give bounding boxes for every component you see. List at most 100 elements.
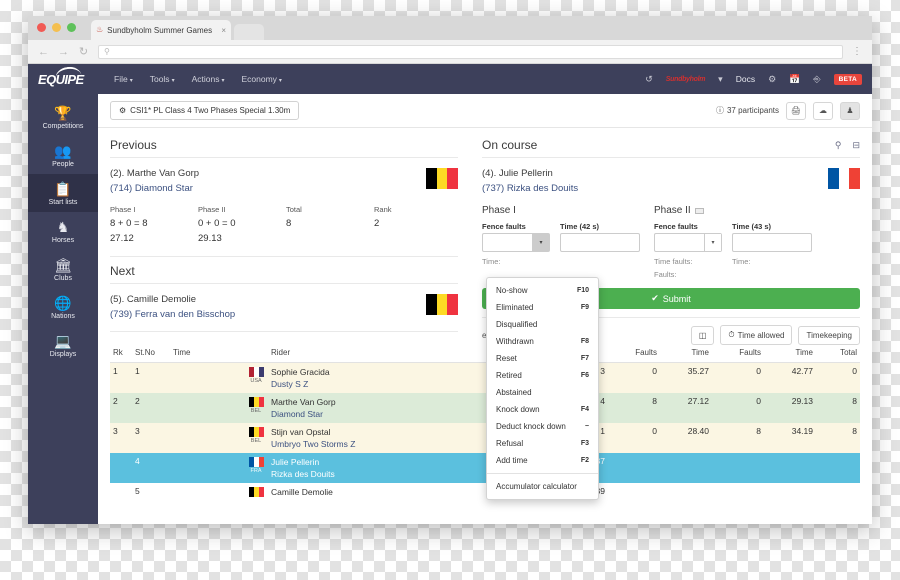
table-row[interactable]: 5 Camille Demolie 739 <box>110 483 860 501</box>
cell-total <box>816 483 860 501</box>
header-actions: ↺ Sundbyholm ▾ Docs ⚙ 📅 ⎆ BETA <box>645 73 862 85</box>
menu-item-abstained[interactable]: Abstained <box>487 384 598 401</box>
cell-stno: 1 <box>135 366 140 376</box>
oncourse-flag-icon <box>828 168 860 189</box>
phase2-faults-sub: Faults: <box>654 270 677 279</box>
sidebar-item-people[interactable]: 👥 People <box>28 136 98 174</box>
table-row[interactable]: 1 1 USA Sophie Gracida Dusty S Z 3 0 35.… <box>110 362 860 393</box>
menu-item-reset[interactable]: Reset F7 <box>487 350 598 367</box>
menu-item-eliminated[interactable]: Eliminated F9 <box>487 299 598 316</box>
gear-icon: ⚙ <box>119 106 127 115</box>
phase2-toggle-icon[interactable] <box>694 207 704 214</box>
sidebar-item-horses[interactable]: ♞ Horses <box>28 212 98 250</box>
chevron-down-icon: ▾ <box>221 78 225 84</box>
chevron-down-icon[interactable]: ▾ <box>532 234 549 251</box>
th-stno[interactable]: St.No <box>132 345 170 363</box>
th-time-1[interactable]: Time <box>660 345 712 363</box>
history-icon[interactable]: ↺ <box>645 74 653 85</box>
columns-button[interactable]: ◫ <box>690 325 715 345</box>
menu-item-accumulator-calculator[interactable]: Accumulator calculator <box>487 478 598 495</box>
panel-toggle-icon[interactable]: ⊟ <box>852 140 860 151</box>
chevron-down-icon[interactable]: ▾ <box>718 74 723 85</box>
maximize-window-button[interactable] <box>67 23 76 32</box>
flag-icon <box>248 457 264 467</box>
new-tab-button[interactable] <box>234 24 264 40</box>
th-total[interactable]: Total <box>816 345 860 363</box>
cell-stno: 4 <box>135 456 140 466</box>
menu-item-withdrawn[interactable]: Withdrawn F8 <box>487 333 598 350</box>
fence-faults-dropdown-menu[interactable]: No-show F10 Eliminated F9 Disqualified W… <box>486 277 599 500</box>
next-rider-name: (5). Camille Demolie <box>110 294 197 305</box>
phase2-fence-select[interactable]: ▾ <box>654 233 722 252</box>
sidebar-item-start-lists[interactable]: 📋 Start lists <box>28 174 98 212</box>
menu-item-shortcut: F3 <box>580 440 589 447</box>
th-time-2[interactable]: Time <box>764 345 816 363</box>
gear-icon[interactable]: ⚙ <box>768 74 776 85</box>
previous-phase1-label: Phase I <box>110 205 136 214</box>
cell-time-1: 35.27 <box>687 366 709 376</box>
person-button[interactable]: ♟ <box>840 101 860 120</box>
phase1-fields: Fence faults ▾ Time: Time (42 s) <box>482 221 640 268</box>
close-window-button[interactable] <box>37 23 46 32</box>
timekeeping-button[interactable]: Timekeeping <box>798 325 860 345</box>
table-row[interactable]: 3 3 BEL Stijn van Opstal Umbryo Two Stor… <box>110 423 860 453</box>
phase1-time-label: Time (42 s) <box>560 222 600 231</box>
minimize-window-button[interactable] <box>52 23 61 32</box>
menu-economy[interactable]: Economy ▾ <box>241 74 281 84</box>
close-tab-icon[interactable]: × <box>221 26 226 35</box>
menu-economy-label: Economy <box>241 74 277 84</box>
reload-icon[interactable]: ↻ <box>78 45 89 58</box>
panes: Previous (2). Marthe Van Gorp (714) Diam… <box>98 128 872 345</box>
horse-icon: ♞ <box>56 219 70 235</box>
th-faults-1[interactable]: Faults <box>608 345 660 363</box>
browser-urlbar: ← → ↻ ⚲ ⋮ <box>28 40 872 64</box>
menu-item-refusal[interactable]: Refusal F3 <box>487 435 598 452</box>
menu-file[interactable]: File ▾ <box>114 74 133 84</box>
cell-time-2: 29.13 <box>791 396 813 406</box>
menu-item-disqualified[interactable]: Disqualified <box>487 316 598 333</box>
cloud-upload-button[interactable]: ☁ <box>813 101 833 120</box>
sidebar-item-label: Clubs <box>54 275 72 282</box>
th-faults-2[interactable]: Faults <box>712 345 764 363</box>
th-rk[interactable]: Rk <box>110 345 132 363</box>
docs-link[interactable]: Docs <box>736 74 755 84</box>
sidebar-item-nations[interactable]: 🌐 Nations <box>28 288 98 326</box>
sidebar-item-clubs[interactable]: 🏛 Clubs <box>28 250 98 288</box>
phase2-time-input[interactable] <box>732 233 812 252</box>
main-content: ⚙ CSI1* PL Class 4 Two Phases Special 1.… <box>98 94 872 524</box>
menu-item-deduct-knock-down[interactable]: Deduct knock down − <box>487 418 598 435</box>
menu-item-no-show[interactable]: No-show F10 <box>487 282 598 299</box>
sidebar-item-displays[interactable]: 💻 Displays <box>28 326 98 364</box>
menu-actions[interactable]: Actions ▾ <box>192 74 225 84</box>
phase1-time-input[interactable] <box>560 233 640 252</box>
back-icon[interactable]: ← <box>38 46 49 58</box>
equipe-logo[interactable]: EQUIPE <box>38 64 98 87</box>
window-controls[interactable] <box>37 23 76 32</box>
table-row[interactable]: 2 2 BEL Marthe Van Gorp Diamond Star 4 8… <box>110 393 860 423</box>
menu-item-knock-down[interactable]: Knock down F4 <box>487 401 598 418</box>
url-input[interactable]: ⚲ <box>98 44 843 59</box>
phase1-time-sub: Time: <box>482 257 501 266</box>
browser-tab[interactable]: ♨ Sundbyholm Summer Games × <box>91 20 231 40</box>
table-row[interactable]: 4 FRA Julie Pellerin Rizka des Douits <box>110 453 860 483</box>
organizer-logo[interactable]: Sundbyholm <box>666 76 706 83</box>
menu-item-retired[interactable]: Retired F6 <box>487 367 598 384</box>
beta-badge: BETA <box>833 73 862 85</box>
chevron-down-icon[interactable]: ▾ <box>704 234 721 251</box>
help-icon[interactable]: ⎆ <box>813 74 820 85</box>
cell-total <box>816 453 860 483</box>
phase1-fence-select[interactable]: ▾ <box>482 233 550 252</box>
menu-item-add-time[interactable]: Add time F2 <box>487 452 598 469</box>
sidebar-item-competitions[interactable]: 🏆 Competitions <box>28 98 98 136</box>
time-allowed-button[interactable]: ⏱ Time allowed <box>720 325 793 345</box>
class-selector[interactable]: ⚙ CSI1* PL Class 4 Two Phases Special 1.… <box>110 101 300 120</box>
menu-tools[interactable]: Tools ▾ <box>150 74 175 84</box>
browser-menu-icon[interactable]: ⋮ <box>852 46 862 57</box>
forward-icon[interactable]: → <box>58 46 69 58</box>
th-time[interactable]: Time <box>170 345 244 363</box>
cell-time-2 <box>764 453 816 483</box>
search-icon[interactable]: ⚲ <box>835 140 842 151</box>
print-button[interactable]: 🖨 <box>786 101 806 120</box>
calendar-icon[interactable]: 📅 <box>789 74 800 85</box>
previous-rider-block: (2). Marthe Van Gorp (714) Diamond Star <box>110 158 458 196</box>
